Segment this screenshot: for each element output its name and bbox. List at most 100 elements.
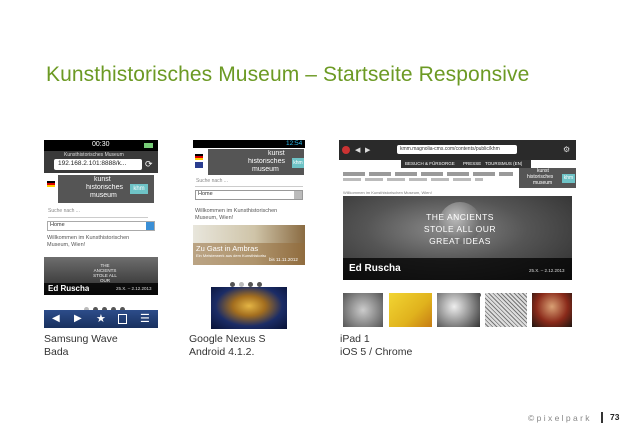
caption-nexus: Google Nexus S Android 4.1.2.: [189, 333, 265, 359]
browser-logo-icon[interactable]: [342, 146, 350, 154]
url-field[interactable]: 192.168.2.101:8888/k...: [54, 159, 142, 170]
logo-line-3: museum: [90, 192, 117, 199]
logo-box: khm: [562, 174, 575, 183]
welcome-text: Willkommen im Kunsthistorischen Museum, …: [47, 235, 130, 248]
carousel-dots[interactable]: [443, 284, 483, 297]
welcome-text: Willkommen im Kunsthistorischen Museum, …: [195, 208, 278, 221]
bookmark-star-icon[interactable]: ★: [96, 312, 106, 325]
carousel-dots[interactable]: [82, 299, 127, 312]
url-field[interactable]: kmm.magnolia-cms.com/contents/public/khm: [397, 145, 517, 154]
refresh-icon[interactable]: ⟳: [145, 159, 155, 169]
status-time: 12:54: [286, 140, 303, 147]
search-input[interactable]: Suche nach ...: [48, 208, 148, 218]
back-icon[interactable]: ◀: [52, 313, 60, 324]
nav-item[interactable]: BESUCH & FÜRSORGE: [405, 161, 455, 166]
hero-date: 25.X. – 2.12.2013: [116, 286, 152, 291]
search-placeholder: Suche nach ...: [196, 178, 228, 184]
carousel-dots[interactable]: [228, 274, 264, 287]
bottom-browser-bar: ◀ ▶ ★ ☰: [44, 310, 158, 328]
flag-uk-icon: [195, 162, 203, 168]
caption-os: Android 4.1.2.: [189, 346, 255, 358]
caption-device: Google Nexus S: [189, 333, 266, 345]
page-header: BESUCH & FÜRSORGE PRESSE TOURISMUS (EN) …: [339, 160, 576, 188]
logo-line-3: museum: [533, 180, 553, 186]
settings-icon[interactable]: ⚙: [563, 145, 570, 154]
hero-title: Ed Ruscha: [349, 263, 401, 274]
footer-brand: © p i x e l p a r k: [528, 413, 590, 423]
caption-samsung: Samsung Wave Bada: [44, 333, 118, 359]
logo-box: khm: [292, 158, 304, 168]
ipad-screenshot: ◀ ▶ kmm.magnolia-cms.com/contents/public…: [339, 140, 576, 330]
logo-line-1: kunst: [94, 176, 111, 183]
samsung-wave-screenshot: 00:30 Kunsthistorisches Museum 192.168.2…: [44, 140, 158, 328]
nav-item[interactable]: PRESSE: [463, 161, 481, 166]
logo-banner: kunst historisches museum khm: [58, 175, 154, 203]
thumbnail-ed-ruscha[interactable]: [343, 293, 383, 327]
caption-ipad: iPad 1 iOS 5 / Chrome: [340, 333, 412, 359]
footer-separator: [601, 412, 603, 423]
hero-caption-bar: Zu Gast in Ambras Ein Meisterwerk aus de…: [193, 243, 305, 265]
top-nav-bar: BESUCH & FÜRSORGE PRESSE TOURISMUS (EN): [401, 160, 531, 168]
forward-icon[interactable]: ▶: [74, 313, 82, 324]
hero-art-line-1: THE ANCIENTS: [426, 212, 494, 222]
browser-toolbar: Kunsthistorisches Museum 192.168.2.101:8…: [44, 151, 158, 173]
hero-subtitle: Ein Meisterwerk aus dem Kunsthistorische…: [196, 253, 266, 258]
hero-caption-bar: Ed Ruscha 25.X. – 2.12.2013: [343, 258, 572, 280]
tertiary-nav: [343, 178, 483, 181]
caption-os: iOS 5 / Chrome: [340, 346, 413, 358]
dropdown-icon: [294, 191, 302, 199]
hero-art-line-2: STOLE ALL OUR: [423, 224, 497, 234]
nexus-s-screenshot: 12:54 kunst historisches museum khm Such…: [193, 140, 305, 329]
nav-select-value: Home: [50, 222, 65, 228]
logo-line-2: historisches: [248, 158, 285, 165]
slide-title: Kunsthistorisches Museum – Startseite Re…: [46, 63, 530, 86]
logo-box: khm: [130, 184, 148, 194]
nav-select[interactable]: Home: [195, 190, 303, 200]
caption-device: Samsung Wave: [44, 333, 118, 345]
nav-select-value: Home: [198, 191, 213, 197]
hero-date: 25.X. – 2.12.2013: [529, 268, 565, 273]
status-bar: 00:30: [44, 140, 158, 151]
flag-icon: [195, 154, 203, 160]
caption-os: Bada: [44, 346, 69, 358]
logo-line-1: kunst: [268, 150, 285, 157]
status-time: 00:30: [92, 141, 110, 148]
flag-icon: [47, 181, 55, 187]
logo-banner: kunst historisches museum khm: [208, 149, 304, 175]
browser-chrome: ◀ ▶ kmm.magnolia-cms.com/contents/public…: [339, 140, 576, 160]
logo-banner: kunst historisches museum khm: [519, 168, 576, 188]
nav-item[interactable]: TOURISMUS (EN): [485, 161, 522, 166]
logo-line-2: historisches: [86, 184, 123, 191]
tab-title: Kunsthistorisches Museum: [64, 152, 124, 158]
hero-image[interactable]: THE ANCIENTS STOLE ALL OUR Ed Ruscha 25.…: [44, 257, 158, 295]
thumbnail-portrait[interactable]: [532, 293, 572, 327]
menu-icon[interactable]: ☰: [140, 312, 150, 325]
page-number: 73: [610, 412, 620, 422]
thumbnail-silver[interactable]: [437, 293, 480, 327]
hero-date: bis 11.11.2012: [269, 257, 298, 262]
battery-icon: [144, 143, 153, 148]
teaser-image[interactable]: [211, 287, 287, 329]
thumbnail-yellow[interactable]: [389, 293, 432, 327]
hero-art-line-3: GREAT IDEAS: [429, 236, 491, 246]
status-bar: 12:54: [193, 140, 305, 148]
dropdown-icon: [146, 222, 154, 230]
nav-select[interactable]: Home: [47, 221, 155, 231]
windows-icon[interactable]: [118, 314, 127, 324]
back-icon[interactable]: ◀: [355, 146, 360, 154]
url-text: kmm.magnolia-cms.com/contents/public/khm: [400, 146, 500, 152]
welcome-text: Willkommen im Kunsthistorischen Museum, …: [343, 190, 432, 195]
hero-art-text: THE ANCIENTS STOLE ALL OUR: [93, 263, 117, 283]
search-input[interactable]: Suche nach ...: [195, 177, 303, 187]
thumbnail-engraving[interactable]: [485, 293, 527, 327]
forward-icon[interactable]: ▶: [365, 146, 370, 154]
hero-image[interactable]: THE ANCIENTS STOLE ALL OUR GREAT IDEAS E…: [343, 196, 572, 280]
hero-title: Zu Gast in Ambras: [196, 244, 259, 253]
secondary-nav: [343, 172, 513, 176]
hero-image[interactable]: Zu Gast in Ambras Ein Meisterwerk aus de…: [193, 225, 305, 265]
page-content: kunst historisches museum khm Suche nach…: [44, 173, 158, 312]
hero-title: Ed Ruscha: [48, 284, 90, 293]
hero-caption-bar: Ed Ruscha 25.X. – 2.12.2013: [44, 283, 158, 295]
logo-line-3: museum: [252, 166, 279, 173]
caption-device: iPad 1: [340, 333, 370, 345]
